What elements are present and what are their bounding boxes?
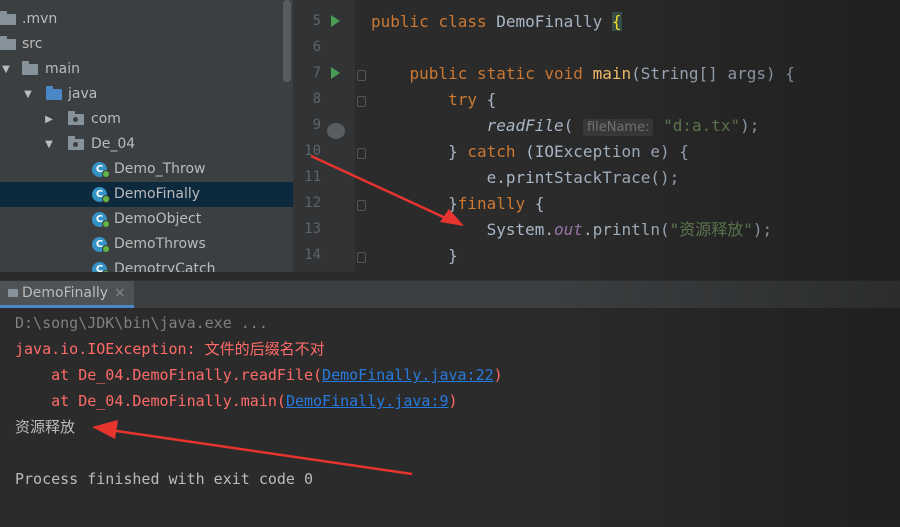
code-editor[interactable]: 5 6 7 8 9 10 11 12 13 14 public class De…	[293, 0, 900, 272]
close-icon[interactable]: ×	[114, 285, 126, 301]
tree-item-demo-try-catch[interactable]: C DemotryCatch	[0, 257, 293, 272]
java-class-icon: C	[92, 237, 110, 253]
tree-item-label: DemotryCatch	[114, 261, 216, 272]
tree-item-de04[interactable]: ▼ De_04	[0, 132, 293, 157]
chevron-right-icon[interactable]: ▶	[43, 107, 55, 132]
tree-item-label: java	[68, 86, 98, 102]
code-line-12: }finally {	[448, 194, 545, 213]
fold-marker-icon[interactable]	[357, 148, 366, 159]
folder-icon	[0, 36, 16, 50]
console-exception-line: java.io.IOException: 文件的后缀名不对	[15, 340, 325, 358]
line-number: 7	[312, 65, 321, 81]
tree-item-demo-throws[interactable]: C DemoThrows	[0, 232, 293, 257]
fold-marker-icon[interactable]	[357, 200, 366, 211]
editor-gutter: 5 6 7 8 9 10 11 12 13 14	[293, 0, 355, 272]
console-exit-line: Process finished with exit code 0	[15, 470, 314, 488]
chevron-down-icon[interactable]: ▼	[0, 57, 12, 82]
tree-item-label: src	[22, 36, 43, 52]
code-line-10: } catch (IOException e) {	[448, 142, 689, 161]
source-folder-icon	[46, 86, 62, 100]
code-line-13: System.out.println("资源释放");	[486, 220, 773, 239]
project-tree: .mvn src ▼ main ▼ java ▶ com ▼ De_04 C D…	[0, 0, 293, 272]
run-config-icon	[8, 289, 18, 297]
console-output-line: 资源释放	[15, 418, 76, 436]
stack-link-readfile[interactable]: DemoFinally.java:22	[322, 366, 494, 384]
tree-item-java[interactable]: ▼ java	[0, 82, 293, 107]
line-number: 8	[312, 91, 321, 107]
tree-item-main[interactable]: ▼ main	[0, 57, 293, 82]
code-line-9: readFile( fileName: "d:a.tx");	[486, 116, 760, 136]
line-number: 14	[304, 247, 321, 263]
tree-item-label: Demo_Throw	[114, 161, 206, 177]
java-class-icon: C	[92, 162, 110, 178]
line-number: 10	[304, 143, 321, 159]
tree-item-label: DemoThrows	[114, 236, 206, 252]
code-line-8: try {	[448, 90, 497, 109]
code-line-14: }	[448, 246, 458, 265]
tree-item-demo-finally[interactable]: C DemoFinally	[0, 182, 293, 207]
java-class-icon: C	[92, 212, 110, 228]
java-class-icon: C	[92, 262, 110, 272]
tree-item-demo-object[interactable]: C DemoObject	[0, 207, 293, 232]
run-method-icon[interactable]	[331, 67, 340, 79]
fold-marker-icon[interactable]	[357, 70, 366, 81]
package-icon	[68, 111, 84, 125]
tree-item-label: main	[45, 61, 80, 77]
fold-marker-icon[interactable]	[357, 252, 366, 263]
run-class-icon[interactable]	[331, 15, 340, 27]
folder-icon	[0, 11, 16, 25]
fold-marker-icon[interactable]	[357, 96, 366, 107]
console-stack-line-1: at De_04.DemoFinally.readFile(DemoFinall…	[15, 366, 503, 384]
package-icon	[68, 136, 84, 150]
folder-icon	[22, 61, 38, 75]
breakpoint-icon[interactable]	[327, 123, 345, 139]
tree-item-com[interactable]: ▶ com	[0, 107, 293, 132]
run-tab-label: DemoFinally	[22, 285, 109, 301]
line-number: 9	[312, 117, 321, 133]
tree-item-label: De_04	[91, 136, 136, 152]
tree-item-label: DemoFinally	[114, 186, 201, 202]
tree-item-mvn[interactable]: .mvn	[0, 7, 293, 32]
line-number: 13	[304, 221, 321, 237]
line-number: 5	[312, 13, 321, 29]
console-stack-line-2: at De_04.DemoFinally.main(DemoFinally.ja…	[15, 392, 458, 410]
run-tab-demo-finally[interactable]: DemoFinally ×	[0, 281, 134, 308]
run-tool-window-tabbar: DemoFinally ×	[0, 280, 900, 309]
chevron-down-icon[interactable]: ▼	[43, 132, 55, 157]
code-line-7: public static void main(String[] args) {	[409, 64, 795, 83]
java-class-icon: C	[92, 187, 110, 203]
panel-splitter[interactable]	[0, 272, 900, 280]
stack-link-main[interactable]: DemoFinally.java:9	[286, 392, 449, 410]
line-number: 6	[312, 39, 321, 55]
tree-item-demo-throw[interactable]: C Demo_Throw	[0, 157, 293, 182]
code-line-5: public class DemoFinally {	[371, 12, 622, 31]
tree-item-label: .mvn	[22, 11, 58, 27]
tree-item-label: com	[91, 111, 121, 127]
tree-scrollbar[interactable]	[283, 0, 291, 82]
line-number: 11	[304, 169, 321, 185]
tree-item-src[interactable]: src	[0, 32, 293, 57]
code-line-11: e.printStackTrace();	[486, 168, 680, 187]
parameter-hint: fileName:	[582, 119, 654, 136]
chevron-down-icon[interactable]: ▼	[22, 82, 34, 107]
console-command-line: D:\song\JDK\bin\java.exe ...	[15, 314, 268, 332]
run-console[interactable]: D:\song\JDK\bin\java.exe ... java.io.IOE…	[0, 308, 900, 527]
tree-item-label: DemoObject	[114, 211, 202, 227]
line-number: 12	[304, 195, 321, 211]
